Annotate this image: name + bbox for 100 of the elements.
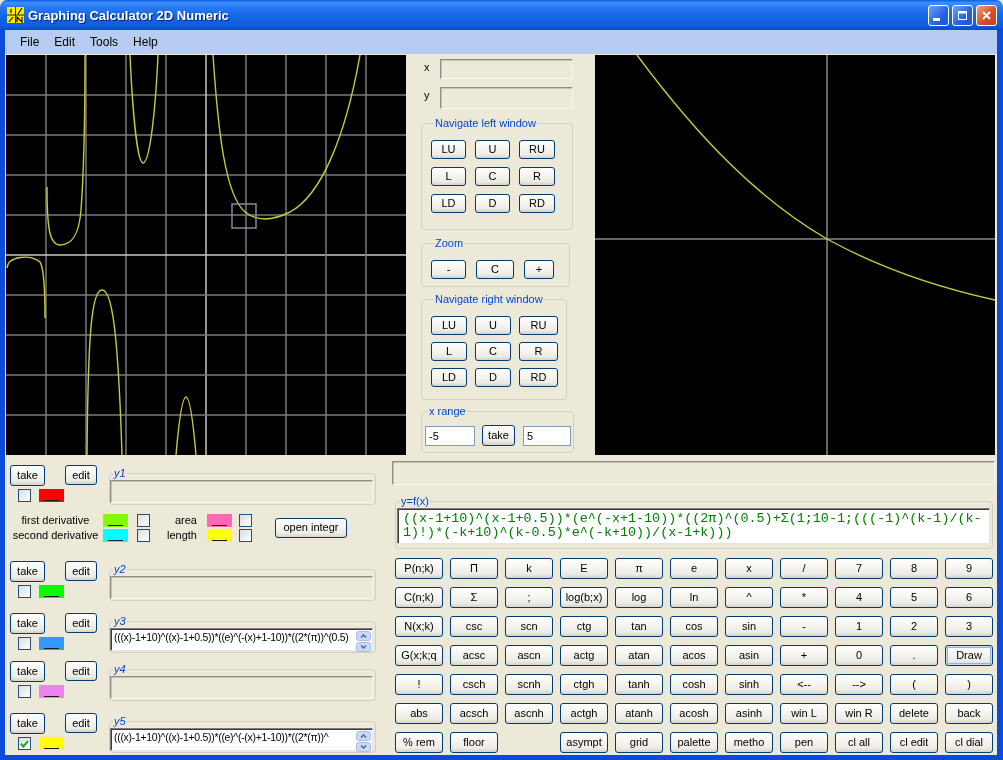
navigate-button[interactable]: LU [431, 316, 467, 335]
color-swatch-icon[interactable] [39, 489, 64, 502]
keypad-key[interactable]: grid [615, 732, 663, 753]
navigate-button[interactable]: LU [431, 140, 466, 159]
range-from-field[interactable]: -5 [425, 425, 475, 446]
keypad-key[interactable]: Π [450, 558, 498, 579]
keypad-key[interactable]: / [780, 558, 828, 579]
keypad-key[interactable]: 3 [945, 616, 993, 637]
navigate-button[interactable]: R [519, 342, 558, 361]
edit-button[interactable]: edit [65, 561, 97, 581]
function-field[interactable] [110, 676, 373, 699]
keypad-key[interactable]: E [560, 558, 608, 579]
input-field[interactable] [392, 461, 995, 485]
color-swatch-icon[interactable] [207, 528, 232, 542]
keypad-key[interactable]: ; [505, 587, 553, 608]
checkbox[interactable] [18, 637, 31, 650]
keypad-key[interactable]: ( [890, 674, 938, 695]
checkbox[interactable] [18, 585, 31, 598]
edit-button[interactable]: edit [65, 661, 97, 681]
keypad-key[interactable]: N(x;k) [395, 616, 443, 637]
keypad-key[interactable]: x [725, 558, 773, 579]
navigate-button[interactable]: L [431, 167, 466, 186]
minimize-button[interactable] [928, 4, 949, 26]
keypad-key[interactable]: Draw [945, 645, 993, 666]
keypad-key[interactable]: 9 [945, 558, 993, 579]
range-to-field[interactable]: 5 [523, 425, 571, 446]
zoom-button[interactable]: + [524, 260, 554, 279]
maximize-button[interactable] [952, 4, 973, 26]
navigate-button[interactable]: D [475, 194, 510, 213]
take-button[interactable]: take [10, 713, 45, 734]
navigate-button[interactable]: L [431, 342, 467, 361]
navigate-button[interactable]: RD [519, 194, 555, 213]
navigate-button[interactable]: LD [431, 368, 467, 387]
zoom-button[interactable]: C [476, 260, 514, 279]
keypad-key[interactable]: atan [615, 645, 663, 666]
keypad-key[interactable]: cl all [835, 732, 883, 753]
keypad-key[interactable]: <-- [780, 674, 828, 695]
keypad-key[interactable]: atanh [615, 703, 663, 724]
keypad-key[interactable]: acos [670, 645, 718, 666]
coordinate-field[interactable] [440, 87, 573, 109]
edit-button[interactable]: edit [65, 613, 97, 633]
keypad-key[interactable]: win L [780, 703, 828, 724]
keypad-key[interactable]: acsch [450, 703, 498, 724]
keypad-key[interactable]: 4 [835, 587, 883, 608]
keypad-key[interactable]: P(n;k) [395, 558, 443, 579]
keypad-key[interactable]: 7 [835, 558, 883, 579]
keypad-key[interactable]: back [945, 703, 993, 724]
keypad-key[interactable]: log [615, 587, 663, 608]
keypad-key[interactable]: . [890, 645, 938, 666]
keypad-key[interactable]: actgh [560, 703, 608, 724]
take-button[interactable]: take [10, 661, 45, 682]
edit-button[interactable]: edit [65, 465, 97, 485]
keypad-key[interactable]: ^ [725, 587, 773, 608]
scroll-down-icon[interactable] [356, 742, 371, 752]
keypad-key[interactable]: abs [395, 703, 443, 724]
color-swatch-icon[interactable] [207, 513, 232, 527]
function-field[interactable]: (((x)-1+10)^((x)-1+0.5))*((e)^(-(x)+1-10))*((2*(π))^(0.5) [110, 628, 373, 651]
keypad-key[interactable]: csch [450, 674, 498, 695]
keypad-key[interactable]: cl edit [890, 732, 938, 753]
keypad-key[interactable]: ascn [505, 645, 553, 666]
keypad-key[interactable]: 5 [890, 587, 938, 608]
keypad-key[interactable]: metho [725, 732, 773, 753]
checkbox[interactable] [18, 685, 31, 698]
keypad-key[interactable]: sinh [725, 674, 773, 695]
color-swatch-icon[interactable] [39, 685, 64, 698]
keypad-key[interactable]: ! [395, 674, 443, 695]
checkbox[interactable] [137, 528, 150, 542]
keypad-key[interactable]: Σ [450, 587, 498, 608]
keypad-key[interactable]: % rem [395, 732, 443, 753]
color-swatch-icon[interactable] [39, 585, 64, 598]
function-field[interactable] [110, 480, 373, 503]
checkbox[interactable] [18, 489, 31, 502]
take-button[interactable]: take [10, 465, 45, 486]
take-button[interactable]: take [10, 561, 45, 582]
keypad-key[interactable]: ascnh [505, 703, 553, 724]
close-button[interactable] [976, 4, 997, 26]
formula-field[interactable]: ((x-1+10)^(x-1+0.5))*(e^(-x+1-10))*((2π)^(0.5)+Σ(1;10-1;(((-1)^(k-1)/(k-1)!)*(-k+10)^(k-0.5)*e^(-k+10))/(x-1+k))) [397, 508, 990, 544]
keypad-key[interactable]: log(b;x) [560, 587, 608, 608]
navigate-button[interactable]: D [475, 368, 511, 387]
keypad-key[interactable]: acsc [450, 645, 498, 666]
keypad-key[interactable]: acosh [670, 703, 718, 724]
scroll-up-icon[interactable] [356, 631, 371, 641]
navigate-button[interactable]: U [475, 316, 511, 335]
keypad-key[interactable]: palette [670, 732, 718, 753]
checkbox[interactable] [18, 737, 31, 750]
keypad-key[interactable]: C(n;k) [395, 587, 443, 608]
keypad-key[interactable]: floor [450, 732, 498, 753]
navigate-button[interactable]: LD [431, 194, 466, 213]
keypad-key[interactable]: ctgh [560, 674, 608, 695]
keypad-key[interactable]: ln [670, 587, 718, 608]
keypad-key[interactable]: 0 [835, 645, 883, 666]
menu-item[interactable]: Tools [84, 35, 125, 49]
keypad-key[interactable]: asinh [725, 703, 773, 724]
keypad-key[interactable]: e [670, 558, 718, 579]
color-swatch-icon[interactable] [39, 637, 64, 650]
edit-button[interactable]: edit [65, 713, 97, 733]
open-integral-button[interactable]: open integr [275, 517, 347, 538]
keypad-key[interactable]: 8 [890, 558, 938, 579]
color-swatch-icon[interactable] [39, 737, 64, 750]
color-swatch-icon[interactable] [103, 528, 128, 542]
